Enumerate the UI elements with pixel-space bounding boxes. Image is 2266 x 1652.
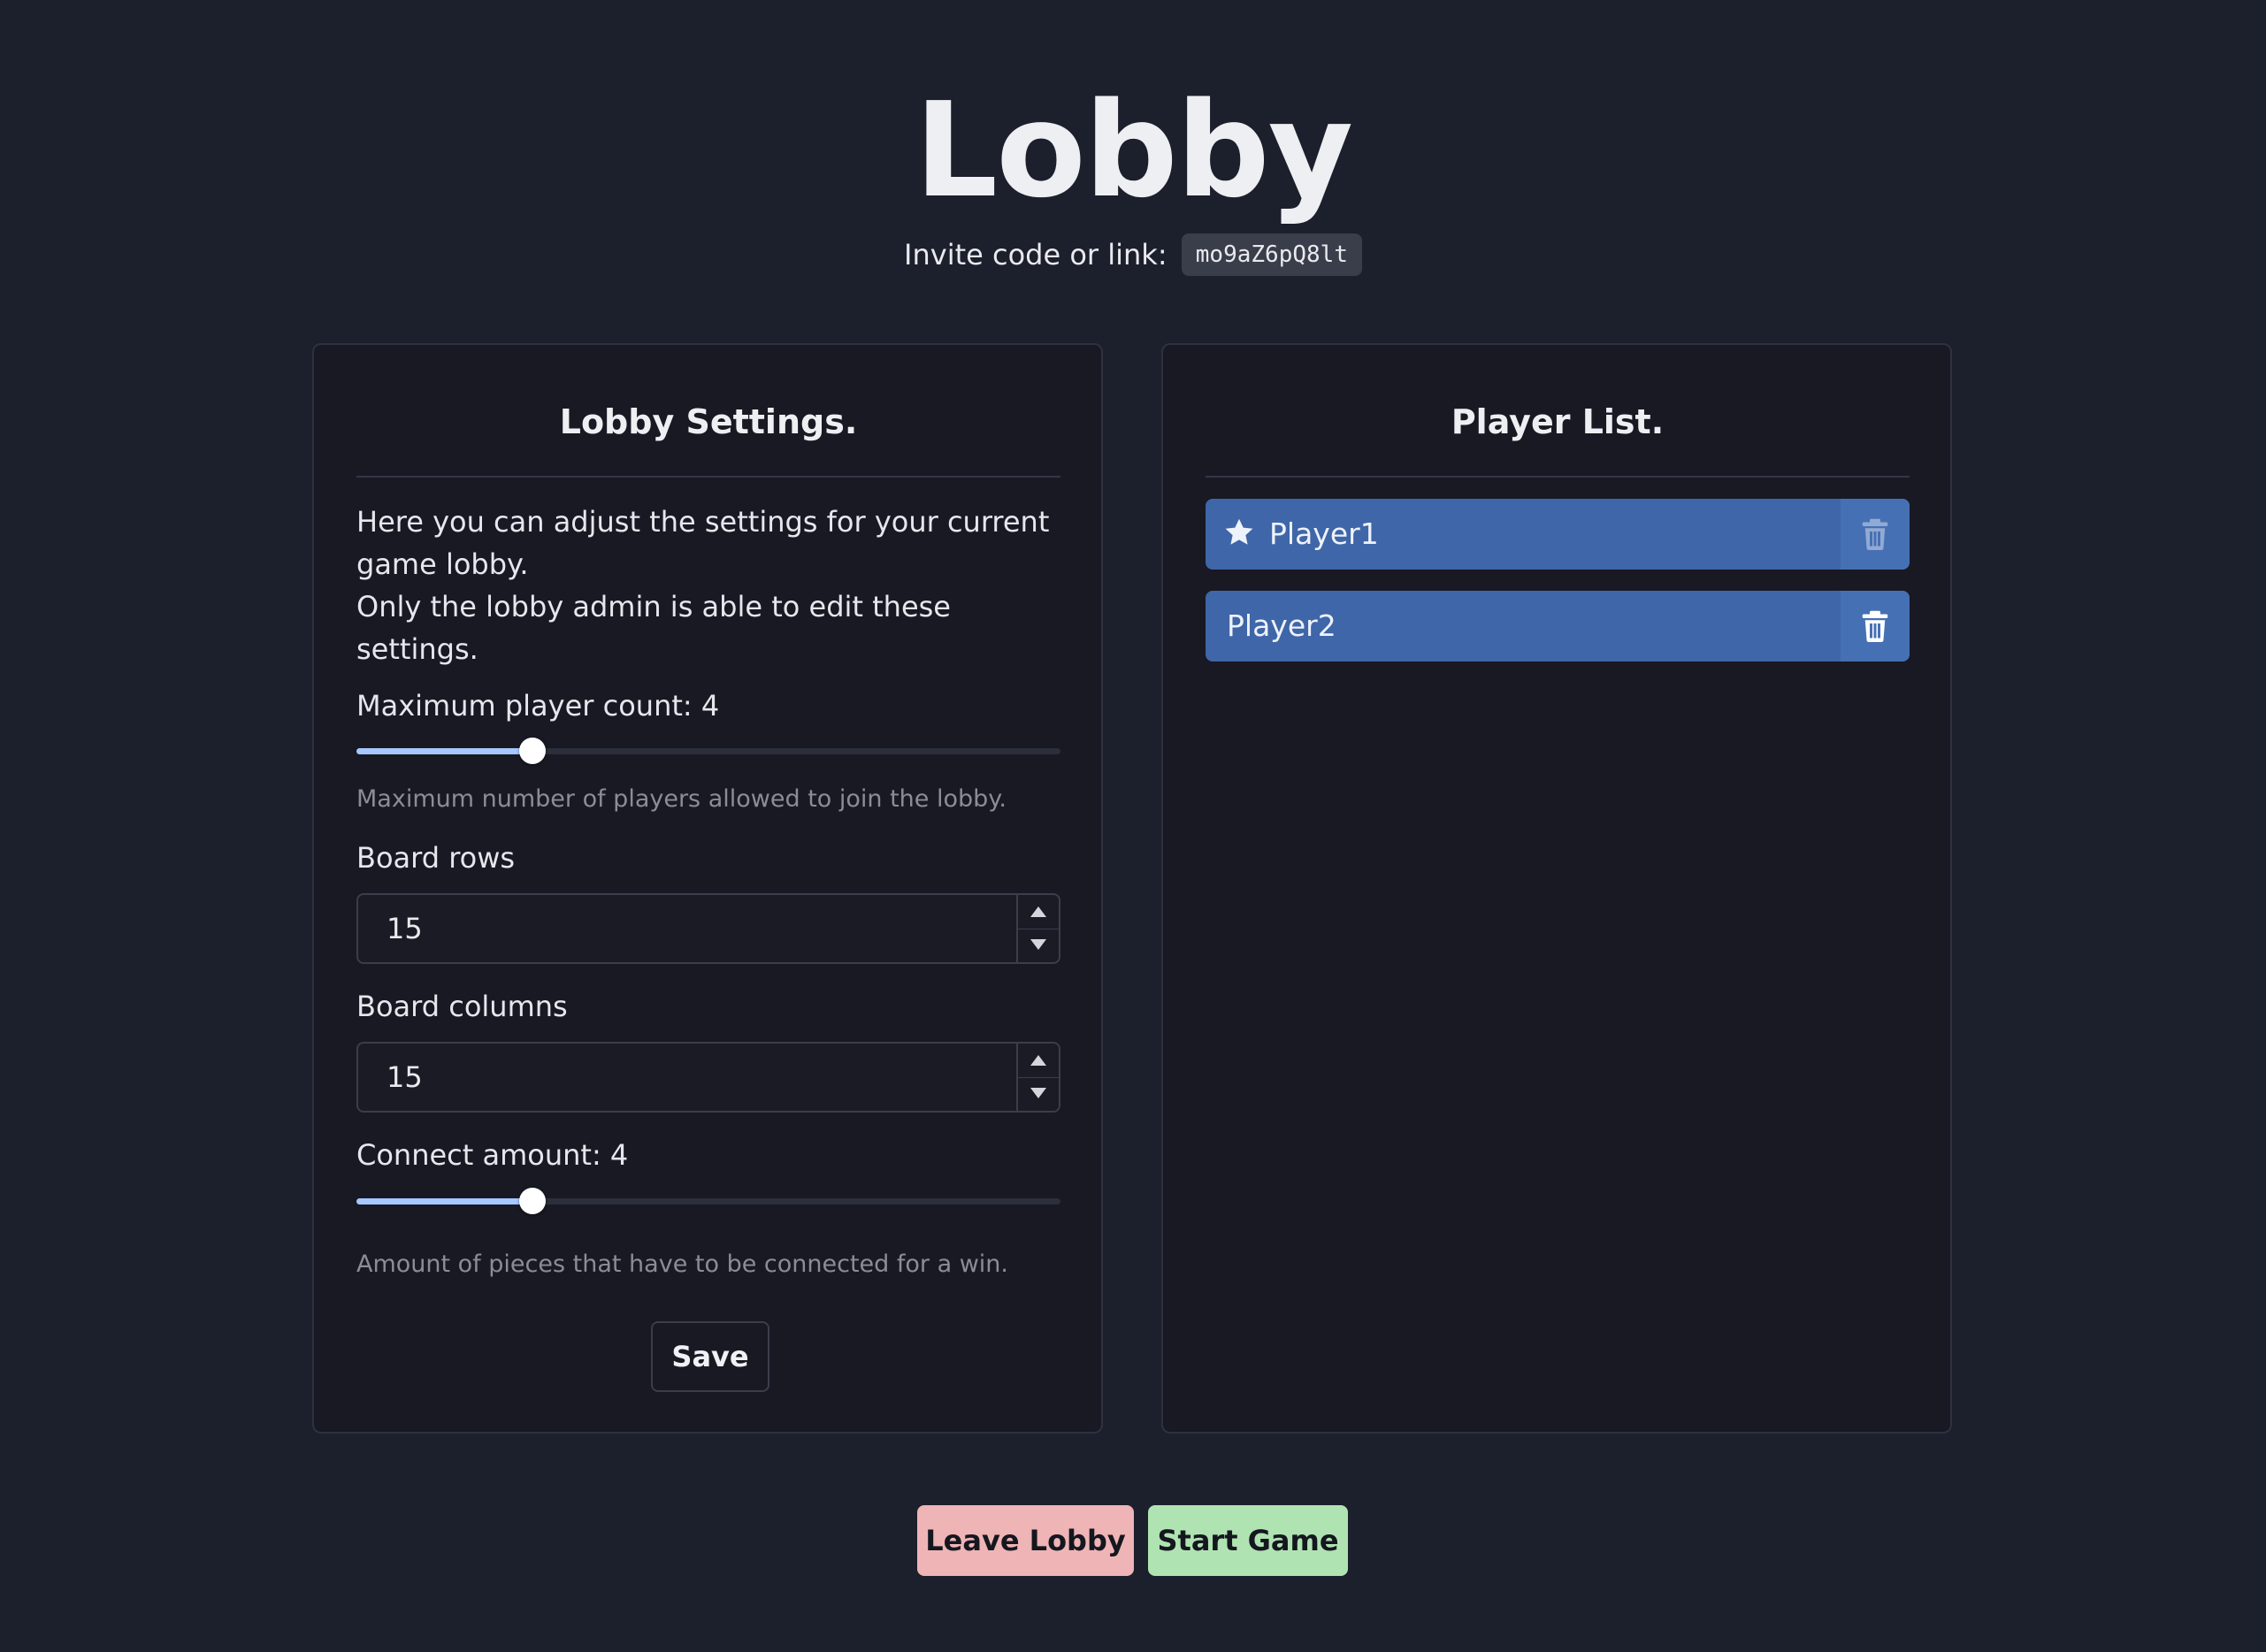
slider-thumb[interactable] (519, 1188, 546, 1214)
description-line-2: Only the lobby admin is able to edit the… (356, 590, 951, 666)
settings-divider (356, 476, 1060, 478)
remove-player-button[interactable] (1841, 591, 1910, 662)
board-rows-spinner (1016, 895, 1059, 962)
start-game-button[interactable]: Start Game (1148, 1505, 1348, 1576)
board-columns-decrement-icon[interactable] (1018, 1077, 1059, 1111)
trash-icon (1862, 610, 1888, 642)
star-icon (1225, 518, 1253, 545)
page-title: Lobby (914, 74, 1353, 226)
invite-label: Invite code or link: (904, 238, 1167, 272)
max-player-count-helper: Maximum number of players allowed to joi… (356, 785, 1007, 813)
trash-icon (1862, 518, 1888, 550)
slider-fill (356, 748, 532, 754)
player-name: Player1 (1269, 516, 1379, 551)
board-rows-label: Board rows (356, 841, 516, 875)
invite-row: Invite code or link: mo9aZ6pQ8lt (0, 228, 2266, 279)
slider-fill (356, 1198, 532, 1205)
player-row: Player2 (1206, 591, 1910, 662)
max-player-count-label: Maximum player count: 4 (356, 689, 720, 723)
save-button[interactable]: Save (651, 1321, 769, 1392)
connect-amount-label: Connect amount: 4 (356, 1138, 629, 1172)
lobby-settings-card: Lobby Settings. Here you can adjust the … (312, 343, 1103, 1434)
board-columns-increment-icon[interactable] (1018, 1044, 1059, 1078)
leave-lobby-button[interactable]: Leave Lobby (917, 1505, 1134, 1576)
invite-code[interactable]: mo9aZ6pQ8lt (1181, 233, 1362, 276)
player-list-card: Player List. Player1 Player2 (1161, 343, 1952, 1434)
board-columns-input[interactable]: 15 (356, 1042, 1060, 1113)
player-list-divider (1206, 476, 1910, 478)
board-rows-increment-icon[interactable] (1018, 895, 1059, 929)
board-rows-value: 15 (387, 912, 423, 945)
remove-player-button (1841, 499, 1910, 570)
player-row: Player1 (1206, 499, 1910, 570)
connect-amount-helper: Amount of pieces that have to be connect… (356, 1250, 1008, 1278)
player-name: Player2 (1227, 608, 1336, 643)
board-columns-label: Board columns (356, 990, 568, 1023)
max-player-count-slider[interactable] (356, 733, 1060, 769)
description-line-1: Here you can adjust the settings for you… (356, 505, 1050, 581)
connect-amount-slider[interactable] (356, 1183, 1060, 1219)
board-rows-decrement-icon[interactable] (1018, 929, 1059, 962)
board-columns-spinner (1016, 1044, 1059, 1111)
slider-thumb[interactable] (519, 738, 546, 764)
settings-title: Lobby Settings. (559, 402, 858, 441)
player-list-title: Player List. (1451, 402, 1665, 441)
board-columns-value: 15 (387, 1060, 423, 1094)
settings-description: Here you can adjust the settings for you… (356, 501, 1060, 670)
board-rows-input[interactable]: 15 (356, 893, 1060, 964)
